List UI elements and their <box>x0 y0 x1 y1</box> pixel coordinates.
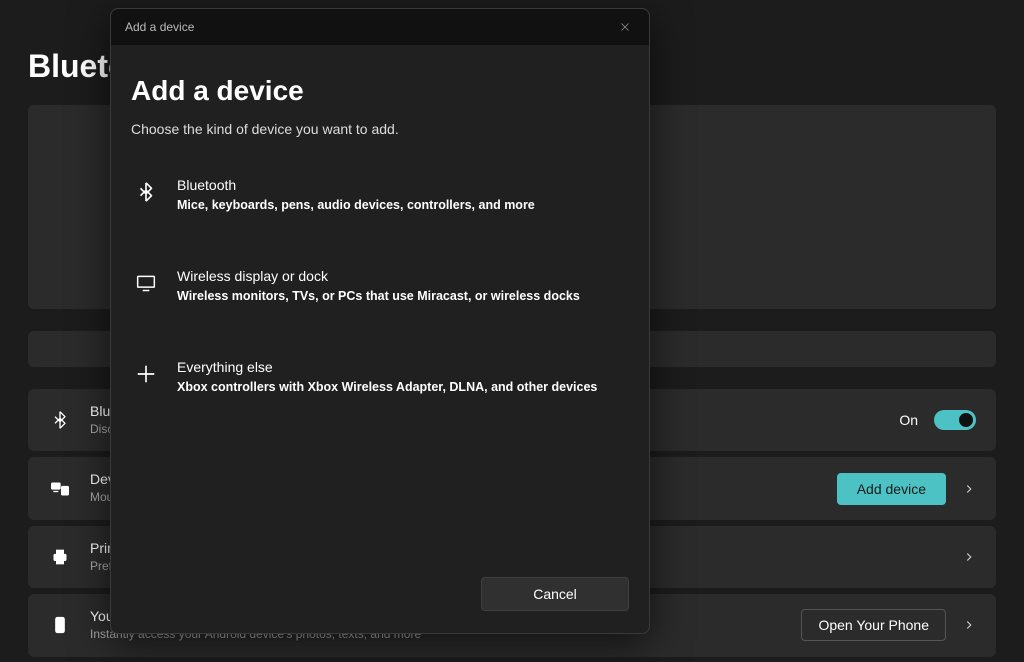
option-everything-desc: Xbox controllers with Xbox Wireless Adap… <box>177 379 597 396</box>
printer-icon <box>48 545 72 569</box>
modal-window-title: Add a device <box>125 20 615 34</box>
modal-title: Add a device <box>131 75 629 107</box>
close-icon[interactable] <box>615 17 635 37</box>
bluetooth-toggle[interactable] <box>934 410 976 430</box>
option-bluetooth-desc: Mice, keyboards, pens, audio devices, co… <box>177 197 535 214</box>
chevron-right-icon <box>962 618 976 632</box>
add-device-modal: Add a device Add a device Choose the kin… <box>110 8 650 634</box>
bluetooth-icon <box>48 408 72 432</box>
option-everything-else[interactable]: Everything else Xbox controllers with Xb… <box>131 349 629 406</box>
cancel-button[interactable]: Cancel <box>481 577 629 611</box>
option-bluetooth-title: Bluetooth <box>177 177 535 193</box>
option-wireless-desc: Wireless monitors, TVs, or PCs that use … <box>177 288 580 305</box>
phone-icon <box>48 613 72 637</box>
bluetooth-icon <box>133 179 159 205</box>
bluetooth-toggle-label: On <box>899 412 918 428</box>
option-wireless-display[interactable]: Wireless display or dock Wireless monito… <box>131 258 629 315</box>
option-wireless-title: Wireless display or dock <box>177 268 580 284</box>
chevron-right-icon <box>962 550 976 564</box>
modal-subtitle: Choose the kind of device you want to ad… <box>131 121 629 137</box>
devices-icon <box>48 477 72 501</box>
option-bluetooth[interactable]: Bluetooth Mice, keyboards, pens, audio d… <box>131 167 629 224</box>
plus-icon <box>133 361 159 387</box>
modal-titlebar: Add a device <box>111 9 649 45</box>
modal-body: Add a device Choose the kind of device y… <box>111 45 649 577</box>
add-device-button[interactable]: Add device <box>837 473 946 505</box>
option-everything-title: Everything else <box>177 359 597 375</box>
chevron-right-icon <box>962 482 976 496</box>
open-your-phone-button[interactable]: Open Your Phone <box>801 609 946 641</box>
monitor-icon <box>133 270 159 296</box>
modal-footer: Cancel <box>111 577 649 633</box>
